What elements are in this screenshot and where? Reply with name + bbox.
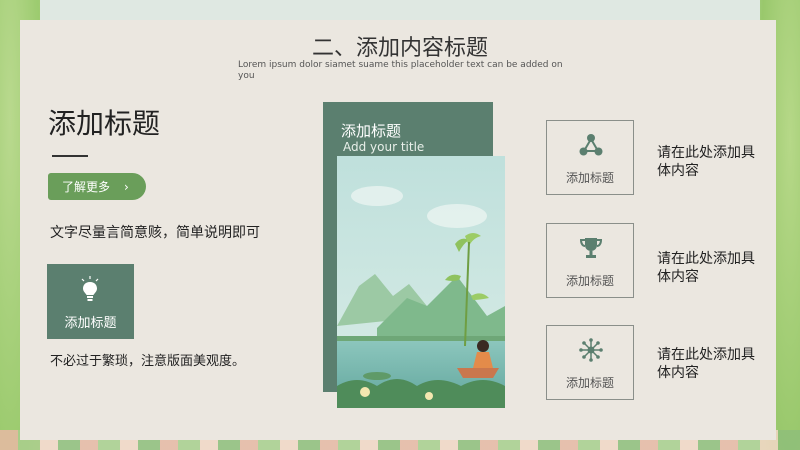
feature-text: 请在此处添加具体内容 — [657, 145, 755, 179]
learn-more-label: 了解更多 — [62, 180, 111, 194]
feature-text: 请在此处添加具体内容 — [657, 251, 755, 285]
network-icon — [579, 338, 603, 362]
chevron-right-icon: › — [124, 179, 129, 194]
trophy-icon — [579, 238, 603, 258]
feature-card-1: 添加标题 — [546, 120, 634, 195]
section-note: 不必过于繁琐，注意版面美观度。 — [50, 354, 246, 369]
page-subtitle: Lorem ipsum dolor siamet suame this plac… — [238, 60, 563, 81]
title-underline — [52, 155, 88, 157]
feature-card-3: 添加标题 — [546, 325, 634, 400]
panel-title: 添加标题 — [341, 122, 402, 140]
landscape-illustration — [337, 156, 505, 408]
learn-more-button[interactable]: 了解更多 › — [48, 173, 146, 200]
feature-label: 添加标题 — [565, 171, 614, 185]
feature-label: 添加标题 — [565, 274, 614, 288]
page-title: 二、添加内容标题 — [311, 36, 488, 61]
feature-label: 添加标题 — [565, 376, 614, 390]
section-title: 添加标题 — [48, 107, 161, 140]
panel-subtitle: Add your title — [343, 140, 425, 154]
lightbulb-card: 添加标题 — [47, 264, 134, 339]
feature-text: 请在此处添加具体内容 — [657, 347, 755, 381]
section-description: 文字尽量言简意赅，简单说明即可 — [50, 225, 260, 241]
lightbulb-icon — [81, 276, 99, 301]
share-nodes-icon — [579, 134, 603, 156]
lightbulb-card-label: 添加标题 — [64, 316, 117, 331]
feature-card-2: 添加标题 — [546, 223, 634, 298]
